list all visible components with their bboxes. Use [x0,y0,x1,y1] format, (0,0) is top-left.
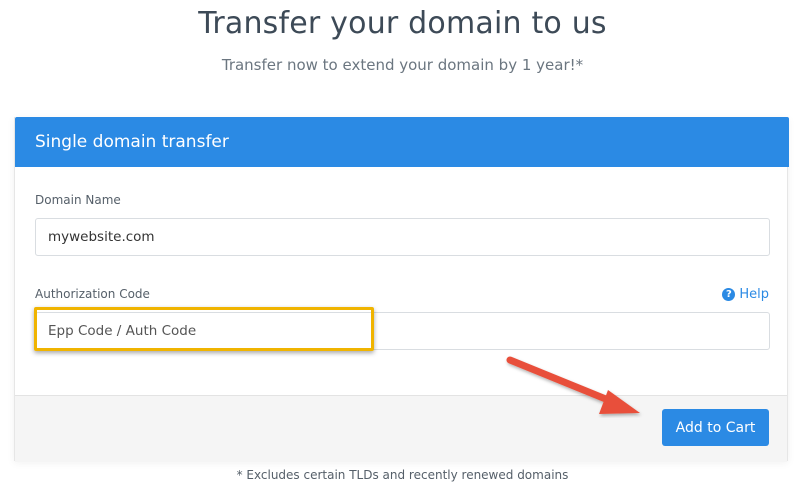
auth-code-label: Authorization Code [35,287,150,301]
page-title: Transfer your domain to us [198,6,607,41]
domain-name-input[interactable] [35,218,770,256]
card-footer: Add to Cart [15,395,787,462]
card-header: Single domain transfer [15,117,789,167]
domain-transfer-card: Single domain transfer Domain Name Autho… [14,117,789,462]
add-to-cart-button[interactable]: Add to Cart [662,409,769,446]
footnote: * Excludes certain TLDs and recently ren… [236,468,569,482]
page-subtitle: Transfer now to extend your domain by 1 … [221,56,584,74]
help-label: Help [739,287,769,302]
question-circle-icon: ? [722,288,736,301]
help-link[interactable]: ? Help [722,287,769,302]
auth-code-input[interactable] [35,312,770,350]
domain-name-label: Domain Name [35,193,121,207]
